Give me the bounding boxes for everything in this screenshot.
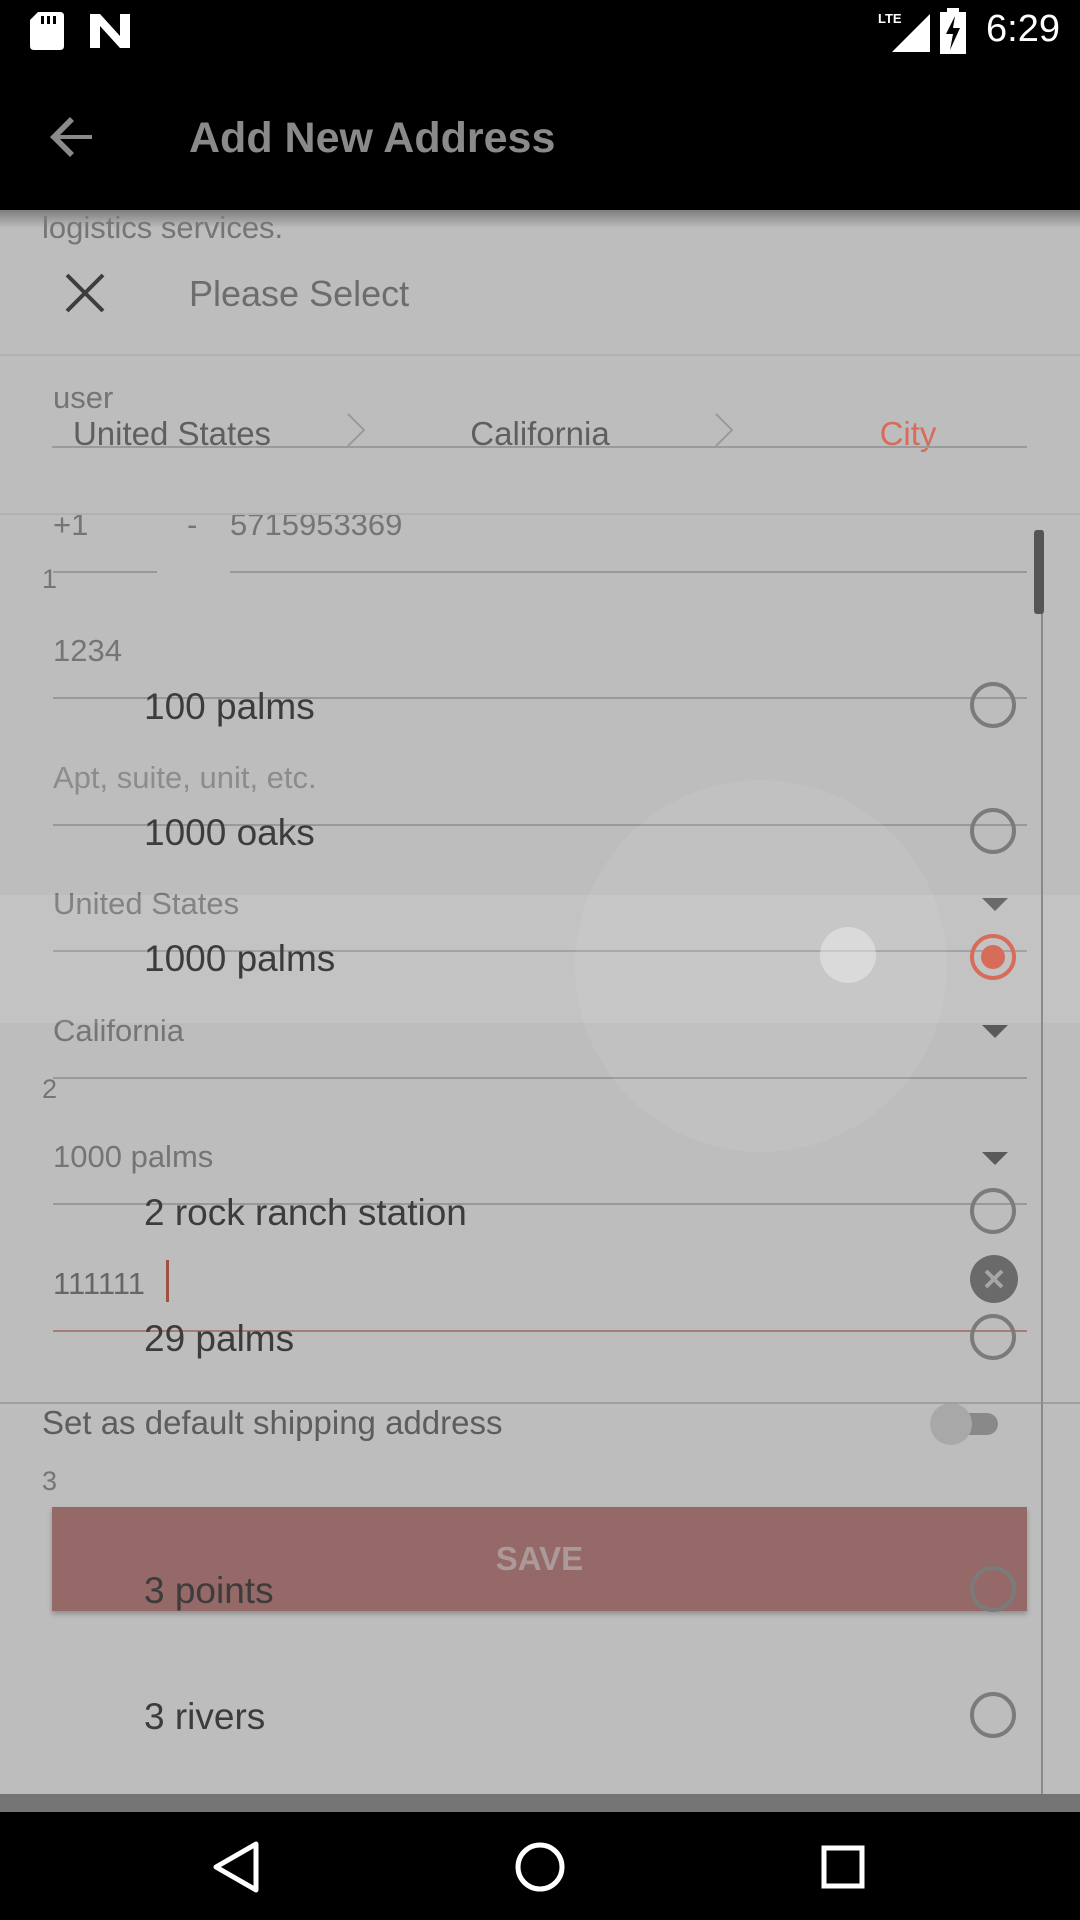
arrow-back-icon[interactable] <box>48 113 96 161</box>
radio-button[interactable] <box>970 1692 1016 1738</box>
page-title: Add New Address <box>189 114 556 162</box>
nav-bar-shadow <box>0 1794 1080 1812</box>
radio-button[interactable] <box>970 1188 1016 1234</box>
scrollbar-thumb[interactable] <box>1034 530 1044 614</box>
nav-recents-icon[interactable] <box>821 1845 865 1889</box>
list-item[interactable]: 3 rivers <box>0 1656 1040 1776</box>
radio-button[interactable] <box>970 682 1016 728</box>
status-bar: LTE 6:29 <box>0 0 1080 63</box>
ripple-circle <box>575 780 947 1152</box>
list-item[interactable]: 29 palms <box>0 1278 1040 1398</box>
dialog-title: Please Select <box>189 273 410 314</box>
navigation-bar <box>0 1812 1080 1920</box>
dialog-header-divider <box>0 354 1080 356</box>
ripple-dot <box>820 927 876 983</box>
scrollbar-track <box>1041 530 1043 1800</box>
n-notification-icon <box>90 14 130 48</box>
chevron-right-icon <box>347 413 366 447</box>
nav-home-icon[interactable] <box>514 1841 566 1893</box>
radio-button[interactable] <box>970 808 1016 854</box>
city-label: 1000 palms <box>144 938 336 979</box>
app-toolbar: Add New Address <box>0 63 1080 210</box>
city-label: 3 rivers <box>144 1696 266 1737</box>
lte-signal-icon: LTE <box>878 11 930 52</box>
radio-button[interactable] <box>970 1314 1016 1360</box>
list-item[interactable]: 2 rock ranch station <box>0 1152 1040 1272</box>
city-label: 29 palms <box>144 1318 295 1359</box>
chevron-right-icon <box>715 413 734 447</box>
svg-text:LTE: LTE <box>878 11 902 26</box>
list-item[interactable]: 100 palms <box>0 646 1040 766</box>
city-label: 100 palms <box>144 686 315 727</box>
city-label: 1000 oaks <box>144 812 315 853</box>
breadcrumb-underline <box>52 446 1027 448</box>
breadcrumb-divider <box>0 513 1080 515</box>
list-item[interactable]: 3 points <box>0 1530 1040 1650</box>
city-label: 2 rock ranch station <box>144 1192 467 1233</box>
clock: 6:29 <box>986 8 1060 50</box>
battery-charging-icon <box>940 8 966 54</box>
toolbar-shadow <box>0 210 1080 228</box>
close-icon[interactable] <box>64 272 106 314</box>
radio-button-selected[interactable] <box>970 934 1016 980</box>
city-label: 3 points <box>144 1570 274 1611</box>
nav-back-icon[interactable] <box>212 1840 260 1894</box>
radio-button[interactable] <box>970 1566 1016 1612</box>
sd-card-icon <box>30 12 64 50</box>
